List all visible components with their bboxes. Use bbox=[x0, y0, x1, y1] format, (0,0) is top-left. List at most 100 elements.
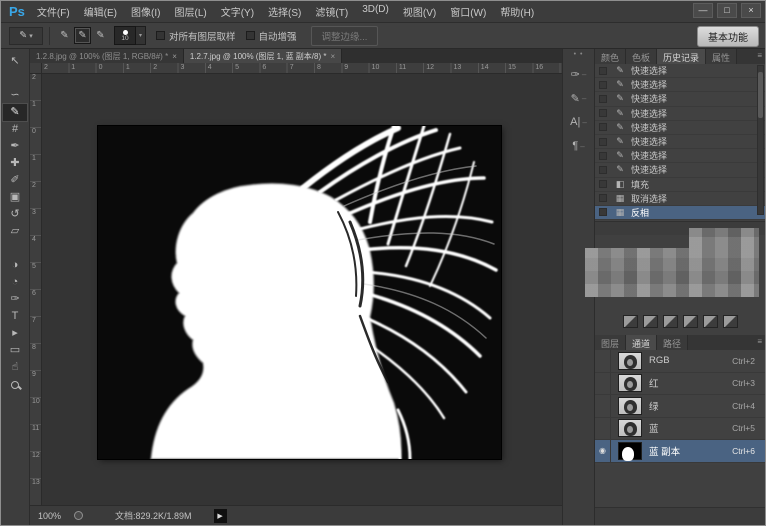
tool-button[interactable]: ✒ bbox=[3, 138, 27, 155]
brush-size-caret[interactable]: ▾ bbox=[136, 26, 146, 45]
status-scroll-button[interactable]: ▶ bbox=[214, 509, 227, 523]
tool-button[interactable]: ▸ bbox=[3, 325, 27, 342]
panel-tab[interactable]: 路径 bbox=[657, 335, 688, 350]
panel-menu-icon[interactable]: ≡ bbox=[757, 51, 762, 60]
brush-mode-button[interactable]: ✎ bbox=[74, 27, 91, 44]
panel-tab[interactable]: 颜色 bbox=[595, 49, 626, 64]
status-menu-icon[interactable] bbox=[74, 511, 83, 520]
menu-item[interactable]: 视图(V) bbox=[403, 4, 436, 19]
eye-icon[interactable] bbox=[595, 373, 611, 395]
history-state-row[interactable]: ✎快速选择 bbox=[595, 135, 765, 149]
canvas-area[interactable] bbox=[42, 74, 562, 505]
tool-button[interactable]: ◔ bbox=[3, 274, 27, 291]
dock-panel-button[interactable]: ✎– bbox=[564, 86, 594, 110]
history-source-well[interactable] bbox=[599, 208, 607, 216]
dock-panel-button[interactable]: ¶– bbox=[564, 134, 594, 158]
tool-button[interactable]: ∽ bbox=[3, 87, 27, 104]
history-source-well[interactable] bbox=[599, 81, 607, 89]
panel-tab[interactable]: 历史记录 bbox=[657, 49, 706, 64]
history-source-well[interactable] bbox=[599, 95, 607, 103]
adjustment-preset-button[interactable] bbox=[683, 315, 698, 328]
menu-item[interactable]: 文件(F) bbox=[37, 4, 70, 19]
menu-item[interactable]: 3D(D) bbox=[362, 4, 389, 19]
panel-menu-icon[interactable]: ≡ bbox=[757, 337, 762, 346]
menu-item[interactable]: 窗口(W) bbox=[450, 4, 486, 19]
history-state-row[interactable]: ✎快速选择 bbox=[595, 107, 765, 121]
history-source-well[interactable] bbox=[599, 152, 607, 160]
panel-tab[interactable]: 图层 bbox=[595, 335, 626, 350]
history-state-row[interactable]: ✎快速选择 bbox=[595, 163, 765, 177]
menu-item[interactable]: 编辑(E) bbox=[84, 4, 117, 19]
panel-tab[interactable]: 通道 bbox=[626, 335, 657, 350]
tool-button[interactable]: T bbox=[3, 308, 27, 325]
channel-row[interactable]: 绿Ctrl+4 bbox=[595, 395, 765, 418]
history-source-well[interactable] bbox=[599, 180, 607, 188]
menu-item[interactable]: 选择(S) bbox=[268, 4, 301, 19]
tool-button[interactable]: ☝ bbox=[3, 359, 27, 376]
sample-all-layers-checkbox[interactable] bbox=[156, 31, 165, 40]
panel-tab[interactable]: 属性 bbox=[706, 49, 737, 64]
channel-row[interactable]: ◉蓝 副本Ctrl+6 bbox=[595, 440, 765, 463]
refine-edge-button[interactable]: 调整边缘... bbox=[311, 26, 379, 46]
eye-icon[interactable]: ◉ bbox=[595, 440, 611, 462]
close-icon[interactable]: × bbox=[330, 52, 335, 61]
history-source-well[interactable] bbox=[599, 123, 607, 131]
dock-panel-button[interactable]: ✑– bbox=[564, 62, 594, 86]
document-tab[interactable]: 1.2.8.jpg @ 100% (图层 1, RGB/8#) *× bbox=[30, 49, 184, 63]
auto-enhance-checkbox[interactable] bbox=[246, 31, 255, 40]
tool-button[interactable]: ✚ bbox=[3, 155, 27, 172]
dock-grip[interactable]: • • bbox=[574, 51, 584, 58]
adjustment-preset-button[interactable] bbox=[723, 315, 738, 328]
tool-button[interactable]: ✎ bbox=[3, 104, 27, 121]
tool-button[interactable]: ▣ bbox=[3, 189, 27, 206]
history-state-row[interactable]: ◧填充 bbox=[595, 178, 765, 192]
panel-tab[interactable]: 色板 bbox=[626, 49, 657, 64]
tool-button[interactable]: ◑ bbox=[3, 257, 27, 274]
tool-button[interactable]: ✐ bbox=[3, 172, 27, 189]
adjustment-preset-button[interactable] bbox=[643, 315, 658, 328]
history-source-well[interactable] bbox=[599, 194, 607, 202]
tool-button[interactable]: # bbox=[3, 121, 27, 138]
window-control-button[interactable]: × bbox=[741, 3, 761, 18]
tool-preset-button[interactable]: ✎ ▾ bbox=[9, 27, 43, 45]
eye-icon[interactable] bbox=[595, 395, 611, 417]
history-source-well[interactable] bbox=[599, 166, 607, 174]
history-state-row[interactable]: ✎快速选择 bbox=[595, 64, 765, 78]
tool-button[interactable] bbox=[3, 240, 27, 257]
dock-panel-button[interactable]: A|– bbox=[564, 110, 594, 134]
history-state-row[interactable]: ✎快速选择 bbox=[595, 149, 765, 163]
history-source-well[interactable] bbox=[599, 138, 607, 146]
tool-button[interactable]: ▭ bbox=[3, 342, 27, 359]
tool-button[interactable]: ▱ bbox=[3, 223, 27, 240]
channel-row[interactable]: RGBCtrl+2 bbox=[595, 350, 765, 373]
channel-row[interactable]: 红Ctrl+3 bbox=[595, 373, 765, 396]
tool-button[interactable]: ↺ bbox=[3, 206, 27, 223]
window-control-button[interactable]: □ bbox=[717, 3, 737, 18]
adjustment-preset-button[interactable] bbox=[623, 315, 638, 328]
history-state-row[interactable]: ▦取消选择 bbox=[595, 192, 765, 206]
mask-image[interactable] bbox=[98, 126, 501, 459]
adjustment-preset-button[interactable] bbox=[663, 315, 678, 328]
eye-icon[interactable] bbox=[595, 418, 611, 440]
brush-mode-button[interactable]: ✎ bbox=[92, 27, 109, 44]
tool-button[interactable]: ↖ bbox=[3, 53, 27, 70]
menu-item[interactable]: 图像(I) bbox=[131, 4, 160, 19]
menu-item[interactable]: 文字(Y) bbox=[221, 4, 254, 19]
menu-item[interactable]: 图层(L) bbox=[174, 4, 206, 19]
menu-item[interactable]: 滤镜(T) bbox=[315, 4, 348, 19]
history-source-well[interactable] bbox=[599, 67, 607, 75]
eye-icon[interactable] bbox=[595, 350, 611, 372]
history-state-row[interactable]: ▦反相 bbox=[595, 206, 765, 220]
zoom-level-field[interactable]: 100% bbox=[38, 511, 72, 521]
adjustment-preset-button[interactable] bbox=[703, 315, 718, 328]
brush-size-picker[interactable]: 10 bbox=[114, 26, 136, 45]
tool-button[interactable] bbox=[3, 70, 27, 87]
close-icon[interactable]: × bbox=[172, 52, 177, 61]
window-control-button[interactable]: — bbox=[693, 3, 713, 18]
workspace-switcher-button[interactable]: 基本功能 bbox=[697, 26, 759, 47]
tool-button[interactable]: ✑ bbox=[3, 291, 27, 308]
history-state-row[interactable]: ✎快速选择 bbox=[595, 92, 765, 106]
document-tab[interactable]: 1.2.7.jpg @ 100% (图层 1, 蓝 副本/8) *× bbox=[184, 49, 342, 63]
tool-button[interactable] bbox=[3, 376, 27, 393]
history-source-well[interactable] bbox=[599, 109, 607, 117]
